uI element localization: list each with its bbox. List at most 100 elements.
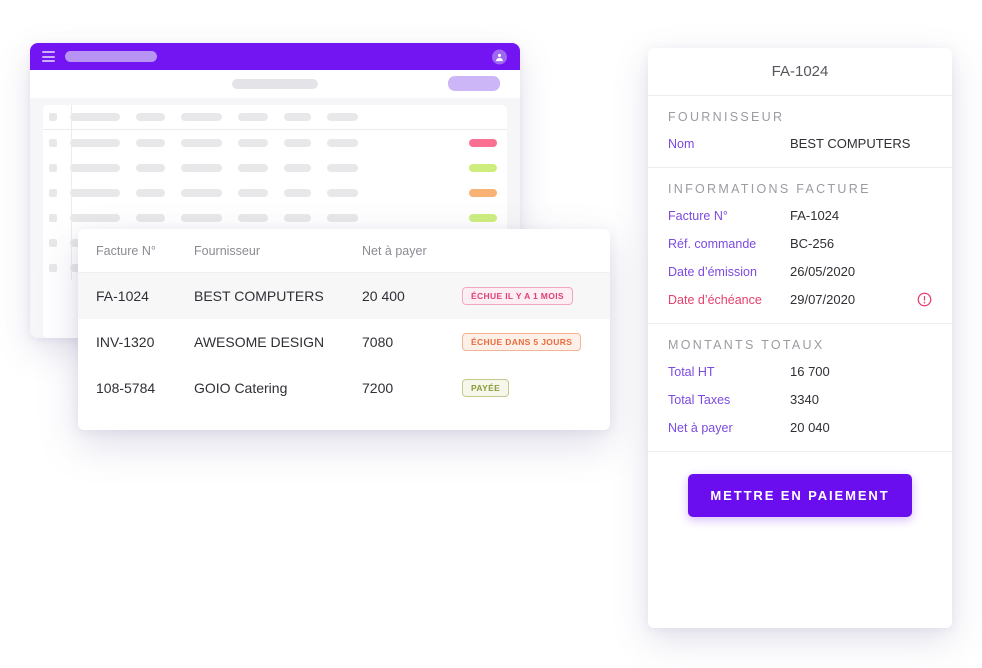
detail-section: FOURNISSEUR Nom BEST COMPUTERS: [648, 96, 952, 168]
cell-invoice-number: FA-1024: [96, 288, 149, 304]
search-input-skeleton[interactable]: [65, 51, 157, 62]
detail-field: Nom BEST COMPUTERS: [668, 136, 932, 151]
column-header-supplier: Fournisseur: [194, 243, 260, 258]
skeleton-status-pill: [469, 138, 497, 147]
invoice-table-header-row: Facture N° Fournisseur Net à payer: [78, 229, 610, 273]
detail-field-value: FA-1024: [790, 208, 840, 223]
skeleton-row: [43, 155, 507, 180]
skeleton-cell: [181, 138, 223, 147]
skeleton-row-checkbox[interactable]: [49, 263, 57, 272]
detail-field-label: Total HT: [668, 364, 715, 379]
skeleton-cell: [135, 138, 166, 147]
skeleton-status-pill: [469, 113, 497, 121]
skeleton-cell: [238, 138, 269, 147]
cell-status: ÉCHUE IL Y A 1 MOIS: [462, 286, 592, 306]
toolbar-action-button-skeleton[interactable]: [448, 76, 500, 91]
skeleton-cell: [284, 213, 311, 222]
invoice-table-body: FA-1024 BEST COMPUTERS 20 400 ÉCHUE IL Y A …: [78, 273, 610, 411]
skeleton-cell: [326, 138, 358, 147]
app-toolbar: [30, 70, 520, 98]
user-avatar-icon[interactable]: [492, 49, 507, 64]
detail-field: Total Taxes 3340: [668, 392, 932, 407]
table-row[interactable]: INV-1320 AWESOME DESIGN 7080 ÉCHUE DANS 5 J…: [78, 319, 610, 365]
detail-section: MONTANTS TOTAUX Total HT 16 700 Total Taxes…: [648, 324, 952, 452]
column-header-net-payable: Net à payer: [362, 243, 427, 258]
toolbar-filter-skeleton[interactable]: [232, 79, 318, 89]
skeleton-column-divider: [71, 105, 72, 129]
detail-section: INFORMATIONS FACTURE Facture N° FA-1024 Réf…: [648, 168, 952, 324]
detail-field-label: Net à payer: [668, 420, 733, 435]
skeleton-row: [43, 130, 507, 155]
skeleton-row: [43, 205, 507, 230]
skeleton-cell: [238, 163, 269, 172]
invoice-detail-panel: FA-1024 FOURNISSEUR Nom BEST COMPUTERS INFO…: [648, 48, 952, 628]
detail-field: Date d’émission 26/05/2020: [668, 264, 932, 279]
skeleton-row-checkbox[interactable]: [49, 138, 57, 147]
detail-section-heading: MONTANTS TOTAUX: [668, 338, 825, 352]
skeleton-cell: [181, 163, 223, 172]
cell-net-payable: 7200: [362, 380, 394, 396]
detail-field: Date d’échéance 29/07/2020: [668, 292, 932, 307]
detail-field-value: BC-256: [790, 236, 835, 251]
skeleton-cell: [326, 188, 358, 197]
app-topbar: [30, 43, 520, 70]
skeleton-cell: [70, 213, 120, 222]
detail-field-value: 20 040: [790, 420, 830, 435]
detail-field-label: Date d’échéance: [668, 292, 762, 307]
invoice-table-card: Facture N° Fournisseur Net à payer FA-10…: [78, 229, 610, 430]
detail-section-heading: INFORMATIONS FACTURE: [668, 182, 871, 196]
skeleton-cell: [326, 213, 358, 222]
skeleton-cell: [135, 188, 166, 197]
detail-field: Facture N° FA-1024: [668, 208, 932, 223]
skeleton-row-checkbox[interactable]: [49, 213, 57, 222]
panel-sections: FOURNISSEUR Nom BEST COMPUTERS INFORMATIONS…: [648, 96, 952, 452]
skeleton-header-row: [43, 105, 507, 130]
cell-supplier: GOIO Catering: [194, 380, 288, 396]
skeleton-cell: [70, 188, 120, 197]
skeleton-cell: [238, 213, 269, 222]
exclamation-circle-icon: [917, 292, 932, 307]
table-row[interactable]: 108-5784 GOIO Catering 7200 PAYÉE: [78, 365, 610, 411]
detail-field-value: 16 700: [790, 364, 830, 379]
skeleton-row-checkbox[interactable]: [49, 163, 57, 172]
skeleton-row-checkbox[interactable]: [49, 188, 57, 197]
cell-invoice-number: INV-1320: [96, 334, 155, 350]
mettre-en-paiement-button[interactable]: METTRE EN PAIEMENT: [688, 474, 912, 517]
hamburger-icon[interactable]: [42, 51, 55, 62]
cell-status: ÉCHUE DANS 5 JOURS: [462, 332, 592, 352]
detail-field-value: 29/07/2020: [790, 292, 856, 307]
detail-field-label: Date d’émission: [668, 264, 757, 279]
cell-status: PAYÉE: [462, 378, 592, 398]
skeleton-row-checkbox[interactable]: [49, 238, 57, 247]
detail-field: Total HT 16 700: [668, 364, 932, 379]
skeleton-row-checkbox[interactable]: [49, 113, 57, 121]
detail-section-heading: FOURNISSEUR: [668, 110, 785, 124]
skeleton-cell: [326, 163, 358, 172]
skeleton-status-pill: [469, 163, 497, 172]
skeleton-cell: [181, 188, 223, 197]
skeleton-column-divider: [71, 255, 72, 280]
detail-field-label: Réf. commande: [668, 236, 757, 251]
cell-supplier: BEST COMPUTERS: [194, 288, 324, 304]
skeleton-column-divider: [71, 230, 72, 255]
skeleton-column-divider: [71, 155, 72, 180]
cell-net-payable: 20 400: [362, 288, 405, 304]
skeleton-cell: [284, 138, 311, 147]
detail-field-label: Nom: [668, 136, 695, 151]
detail-field-value: 3340: [790, 392, 819, 407]
skeleton-column-divider: [71, 130, 72, 155]
skeleton-cell: [70, 113, 120, 121]
skeleton-cell: [181, 213, 223, 222]
skeleton-cell: [135, 213, 166, 222]
skeleton-cell: [135, 113, 166, 121]
status-badge: PAYÉE: [462, 378, 510, 398]
skeleton-cell: [181, 113, 223, 121]
skeleton-cell: [284, 188, 311, 197]
detail-field-value: 26/05/2020: [790, 264, 856, 279]
table-row[interactable]: FA-1024 BEST COMPUTERS 20 400 ÉCHUE IL Y A …: [78, 273, 610, 319]
skeleton-status-pill: [469, 188, 497, 197]
skeleton-cell: [284, 113, 311, 121]
skeleton-cell: [284, 163, 311, 172]
column-header-invoice-number: Facture N°: [96, 243, 156, 258]
detail-field-label: Total Taxes: [668, 392, 731, 407]
